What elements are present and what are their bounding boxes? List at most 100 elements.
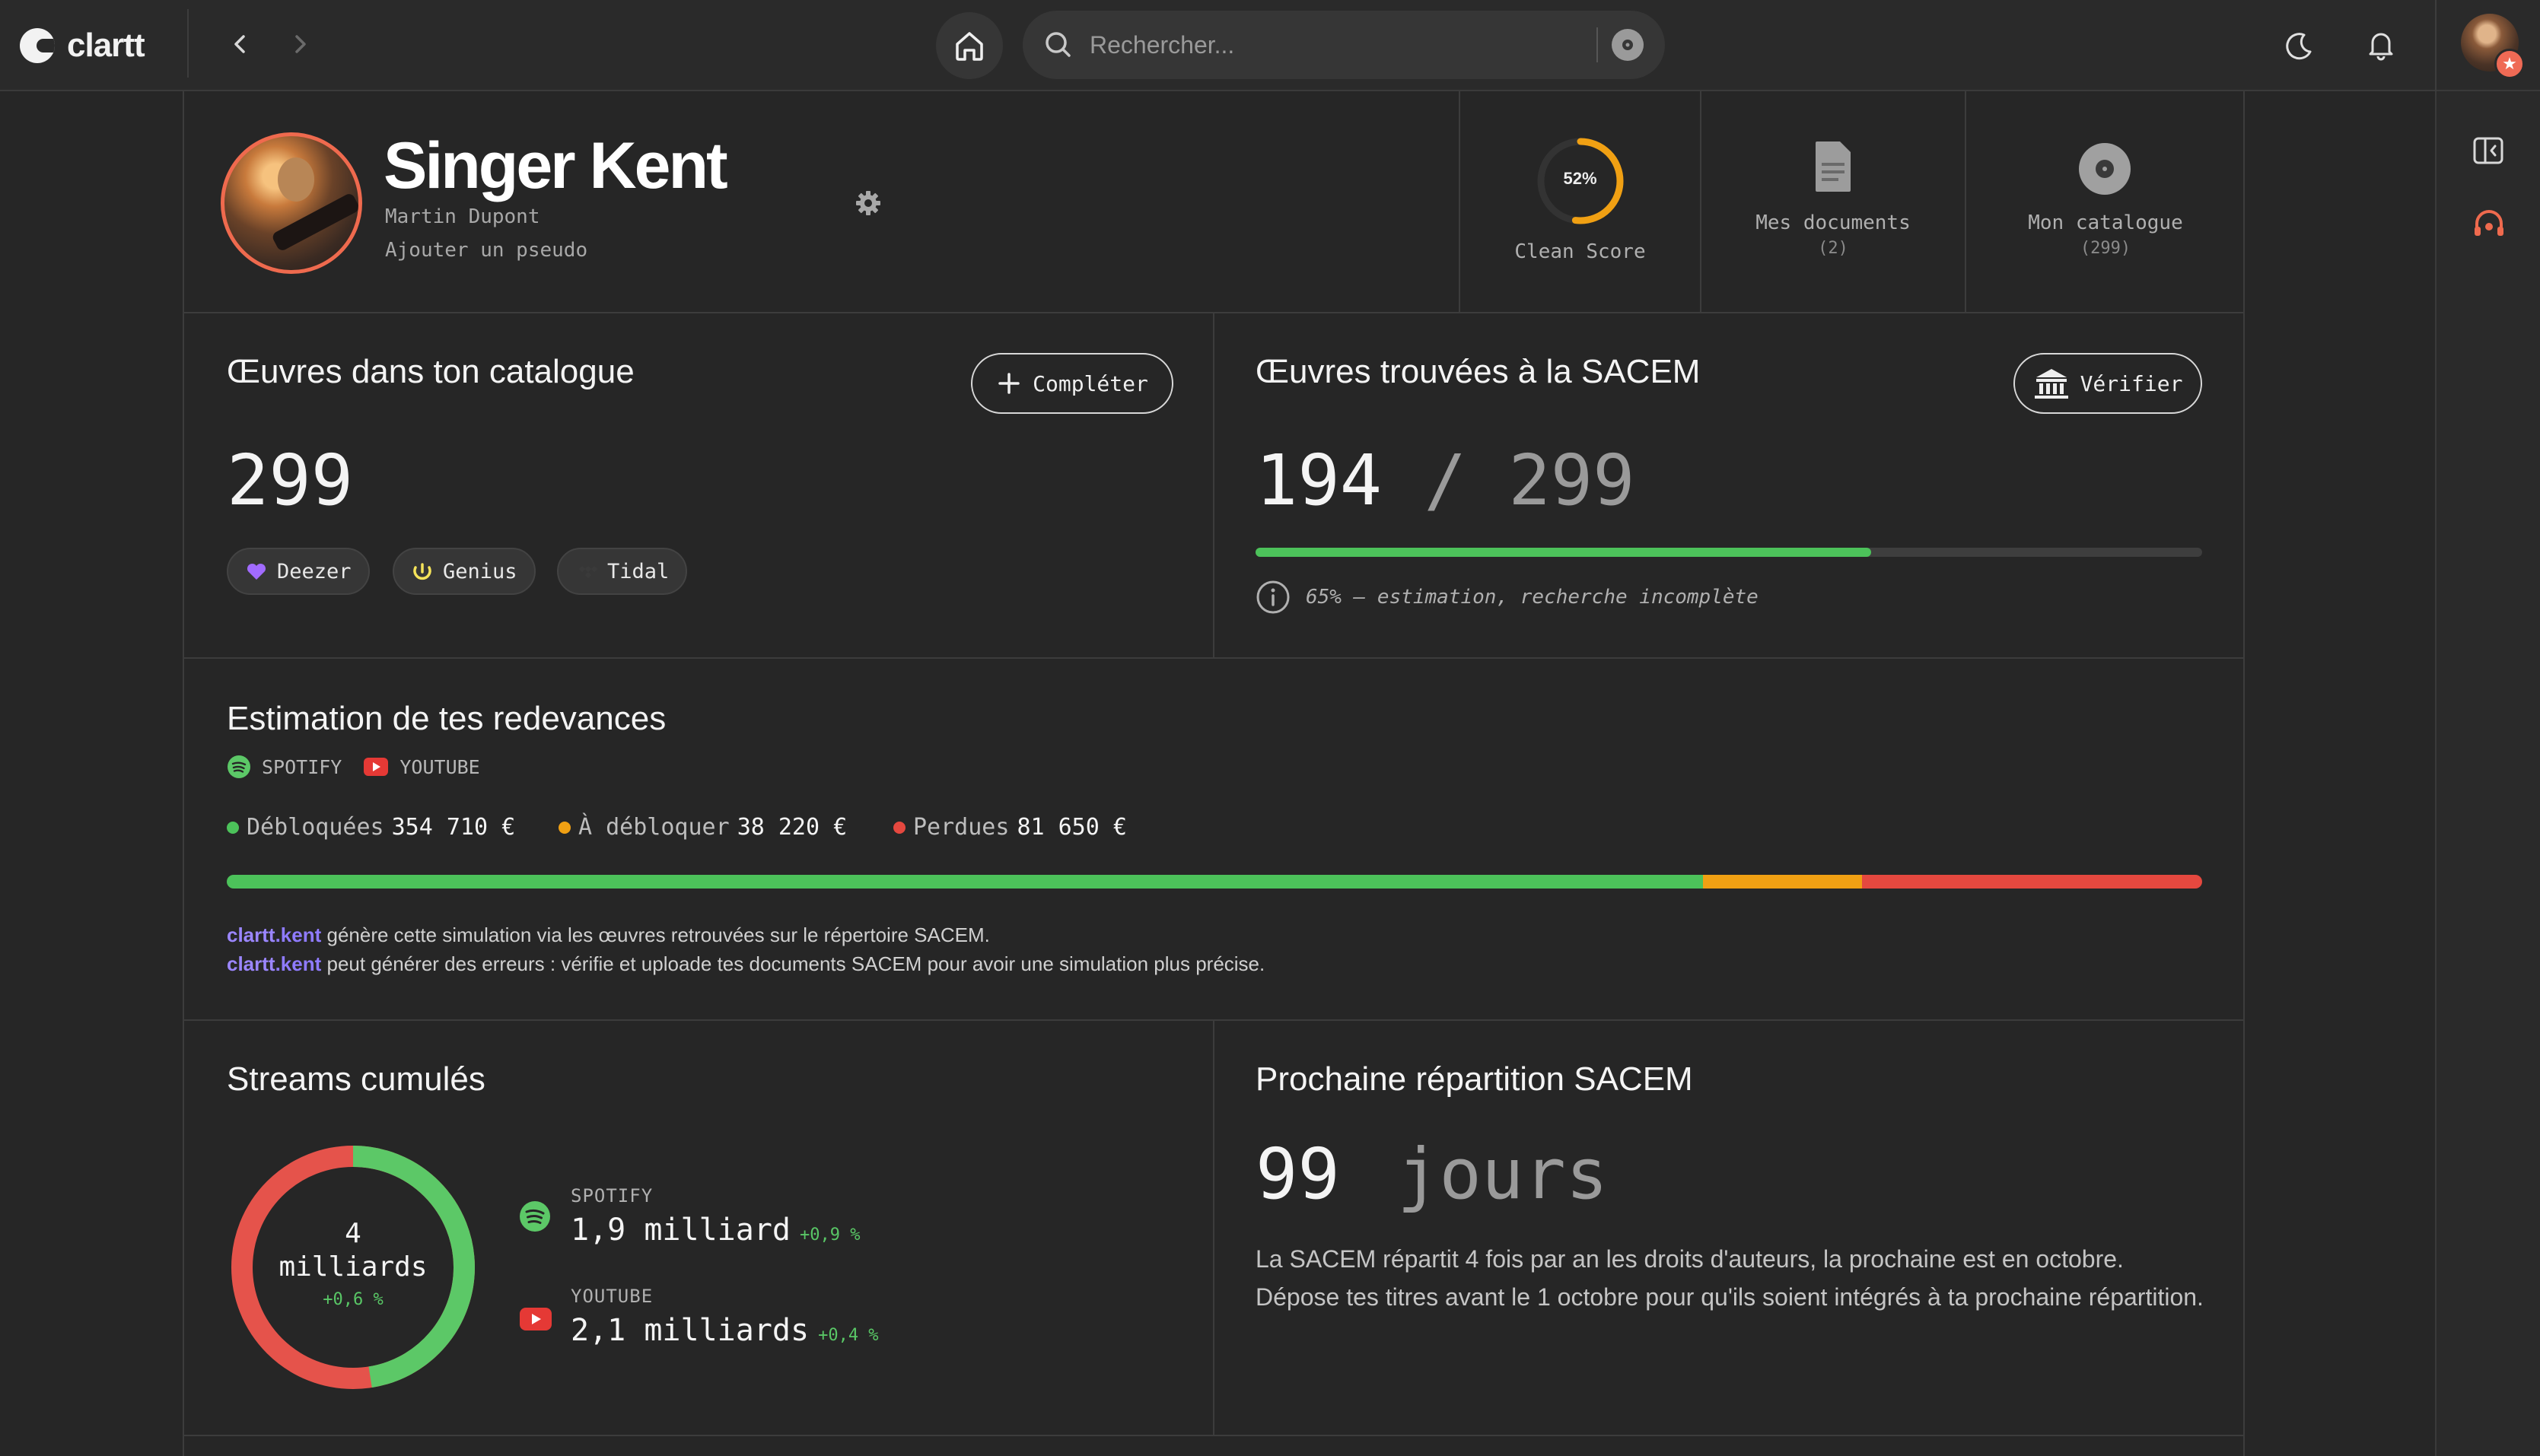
repartition-text: La SACEM répartit 4 fois par an les droi… [1256,1245,2204,1311]
repartition-countdown: 99 jours [1256,1137,1608,1213]
notification-bell-icon[interactable] [2362,26,2400,64]
streams-total: 4 milliards +0,6 % [227,1217,479,1309]
platform-label: YOUTUBE [399,755,480,778]
home-icon [956,32,983,61]
repartition-unit: jours [1397,1133,1609,1215]
catalogue-count: 299 [227,440,354,521]
home-button[interactable] [936,12,1003,79]
repartition-days: 99 [1256,1133,1340,1215]
spotify-value: 1,9 milliard [571,1213,791,1248]
youtube-label: YOUTUBE [571,1286,654,1307]
divider [1213,312,1214,657]
royalties-bar-to-unlock [1703,875,1863,889]
youtube-icon [520,1308,552,1330]
info-icon[interactable] [1256,580,1291,615]
clean-score-value: 52% [1563,169,1597,188]
app-logo[interactable]: clartt [20,23,145,68]
streams-title: Streams cumulés [227,1060,485,1098]
youtube-value: 2,1 milliards [571,1313,810,1348]
forward-arrow-icon[interactable] [283,27,317,61]
sacem-found-count: 194 / 299 [1256,443,1635,519]
source-label: Genius [443,559,517,583]
verify-button[interactable]: Vérifier [2013,353,2202,414]
sacem-found: 194 [1256,440,1383,521]
source-pill-genius[interactable]: Genius [393,548,536,595]
sacem-total: 299 [1508,440,1635,521]
verify-button-label: Vérifier [2080,370,2183,396]
spotify-icon [228,755,250,778]
add-pseudo-link[interactable]: Ajouter un pseudo [385,239,587,262]
youtube-delta: +0,4 % [818,1326,879,1345]
spotify-streams: 1,9 milliard +0,9 % [571,1213,860,1248]
bank-building-icon [2034,369,2068,399]
sacem-progress-bar [1256,548,2202,557]
top-bar: clartt Rechercher... ★ [0,0,2540,91]
streams-total-number: 4 [345,1218,361,1249]
sacem-note: 65% — estimation, recherche incomplète [1306,586,1759,609]
spotify-label: SPOTIFY [571,1185,654,1206]
star-badge-icon: ★ [2494,49,2525,79]
catalogue-stat[interactable]: Mon catalogue (299) [1966,91,2245,312]
dark-mode-icon[interactable] [2281,27,2318,64]
royalties-title: Estimation de tes redevances [227,700,667,737]
search-divider [1596,27,1598,62]
brand-suffix: .kent [275,924,322,946]
clartt-logo-icon [20,28,55,63]
catalogue-label: Mon catalogue [2028,211,2183,234]
documents-stat[interactable]: Mes documents (2) [1701,91,1965,312]
search-bar[interactable]: Rechercher... [1023,11,1665,79]
gear-icon[interactable] [854,189,883,218]
back-arrow-icon[interactable] [224,27,257,61]
streams-total-delta: +0,6 % [323,1290,384,1309]
sacem-progress-fill [1256,548,1871,557]
legend-lost: Perdues 81 650 € [893,814,1127,841]
source-pill-deezer[interactable]: Deezer [227,548,370,595]
vinyl-disc-icon[interactable] [1610,27,1645,62]
legend-value: 354 710 € [391,814,516,841]
app-name: clartt [67,27,145,64]
legend-to-unlock: À débloquer 38 220 € [559,814,847,841]
streams-total-unit: milliards [279,1251,428,1283]
legend-value: 81 650 € [1017,814,1127,841]
search-input[interactable]: Rechercher... [1090,11,1234,79]
royalties-platforms: SPOTIFY YOUTUBE [227,755,480,779]
royalties-note-1: clartt.kent génère cette simulation via … [227,924,990,947]
vinyl-disc-icon [2079,143,2131,195]
sacem-card-title: Œuvres trouvées à la SACEM [1256,353,1701,390]
support-headset-icon[interactable] [2470,205,2508,243]
documents-count: (2) [1818,239,1848,258]
note-text: peut générer des erreurs : vérifie et up… [321,952,1265,975]
divider [2435,0,2437,91]
youtube-icon [364,758,389,776]
search-icon [1046,32,1071,57]
real-name: Martin Dupont [385,205,540,228]
divider [184,1435,2243,1436]
right-rail [2435,91,2540,1456]
artist-avatar[interactable] [221,132,362,274]
complete-button[interactable]: Compléter [971,353,1173,414]
source-pill-tidal[interactable]: Tidal [557,548,688,595]
plus-icon [998,373,1020,394]
collapse-panel-icon[interactable] [2472,134,2505,167]
royalties-bar-lost [1862,875,2202,889]
legend-dot [893,821,906,834]
divider [184,657,2243,659]
spotify-delta: +0,9 % [799,1226,861,1245]
spotify-icon [520,1201,550,1232]
clean-score-stat[interactable]: 52% Clean Score [1460,91,1700,312]
royalties-note-2: clartt.kent peut générer des erreurs : v… [227,952,1265,976]
source-label: Tidal [607,559,670,583]
legend-unlocked: Débloquées 354 710 € [227,814,515,841]
document-icon [1816,141,1851,192]
divider [1213,1019,1214,1435]
documents-label: Mes documents [1755,211,1911,234]
source-label: Deezer [277,559,352,583]
legend-value: 38 220 € [737,814,848,841]
catalogue-count: (299) [2080,239,2131,258]
genius-icon [413,563,431,580]
sacem-slash: / [1424,440,1466,521]
legend-dot [559,821,571,834]
tidal-icon [579,566,597,578]
platform-label: SPOTIFY [262,755,342,778]
clean-score-label: Clean Score [1514,240,1646,263]
